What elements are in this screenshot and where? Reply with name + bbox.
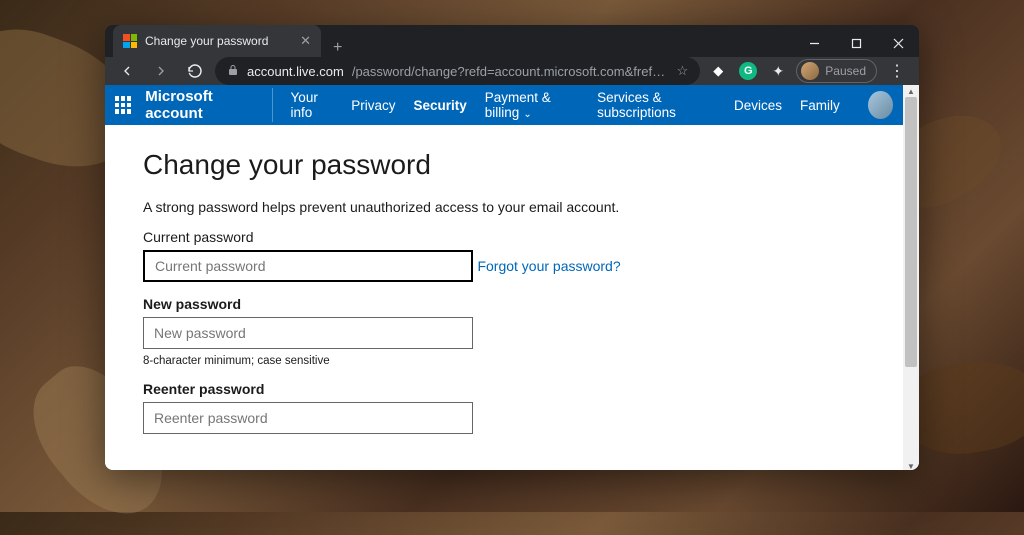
brand-title[interactable]: Microsoft account	[145, 88, 272, 122]
nav-security[interactable]: Security	[414, 98, 467, 113]
forgot-password-link[interactable]: Forgot your password?	[477, 258, 620, 274]
reload-button[interactable]	[181, 57, 209, 85]
close-window-button[interactable]	[877, 25, 919, 61]
account-avatar[interactable]	[868, 91, 893, 119]
profile-avatar-icon	[801, 62, 819, 80]
app-launcher-icon[interactable]	[115, 96, 131, 114]
minimize-button[interactable]	[793, 25, 835, 61]
current-password-input[interactable]	[143, 250, 473, 282]
page-viewport: Microsoft account Your info Privacy Secu…	[105, 85, 919, 470]
site-header: Microsoft account Your info Privacy Secu…	[105, 85, 903, 125]
lock-icon	[227, 64, 239, 79]
nav-services[interactable]: Services & subscriptions	[597, 90, 716, 120]
browser-menu-button[interactable]: ⋮	[883, 61, 911, 81]
new-password-label: New password	[143, 296, 865, 312]
browser-toolbar: account.live.com/password/change?refd=ac…	[105, 57, 919, 85]
close-tab-icon[interactable]: ✕	[300, 33, 311, 49]
nav-privacy[interactable]: Privacy	[351, 98, 395, 113]
grammarly-extension-icon[interactable]: G	[736, 59, 760, 83]
page-subtitle: A strong password helps prevent unauthor…	[143, 199, 865, 215]
page-title: Change your password	[143, 149, 865, 181]
nav-your-info[interactable]: Your info	[291, 90, 334, 120]
chevron-down-icon: ⌄	[523, 109, 531, 120]
url-domain: account.live.com	[247, 64, 344, 79]
password-hint: 8-character minimum; case sensitive	[143, 355, 865, 367]
scrollbar[interactable]: ▲ ▼	[903, 85, 919, 470]
profile-status: Paused	[825, 64, 866, 78]
browser-tab[interactable]: Change your password ✕	[113, 25, 321, 57]
reenter-password-label: Reenter password	[143, 381, 865, 397]
profile-chip[interactable]: Paused	[796, 59, 877, 83]
browser-window: Change your password ✕ + account.live.co…	[105, 25, 919, 470]
nav-family[interactable]: Family	[800, 98, 840, 113]
current-password-label: Current password	[143, 229, 865, 245]
window-controls	[793, 25, 919, 61]
address-bar[interactable]: account.live.com/password/change?refd=ac…	[215, 57, 700, 85]
new-password-input[interactable]	[143, 317, 473, 349]
maximize-button[interactable]	[835, 25, 877, 61]
microsoft-favicon	[123, 34, 137, 48]
nav-devices[interactable]: Devices	[734, 98, 782, 113]
forward-button[interactable]	[147, 57, 175, 85]
back-button[interactable]	[113, 57, 141, 85]
extension-icon[interactable]: ◆	[706, 59, 730, 83]
reenter-password-input[interactable]	[143, 402, 473, 434]
main-content: Change your password A strong password h…	[105, 125, 903, 470]
nav-payment[interactable]: Payment & billing⌄	[485, 90, 579, 120]
new-tab-button[interactable]: +	[321, 39, 354, 57]
bookmark-star-icon[interactable]: ☆	[677, 63, 689, 79]
extensions-puzzle-icon[interactable]: ✦	[766, 59, 790, 83]
scrollbar-thumb[interactable]	[905, 97, 917, 367]
scroll-up-arrow-icon[interactable]: ▲	[903, 85, 919, 97]
url-path: /password/change?refd=account.microsoft.…	[352, 64, 669, 79]
primary-nav: Your info Privacy Security Payment & bil…	[291, 90, 840, 120]
tab-title: Change your password	[145, 34, 292, 48]
scroll-down-arrow-icon[interactable]: ▼	[903, 460, 919, 470]
